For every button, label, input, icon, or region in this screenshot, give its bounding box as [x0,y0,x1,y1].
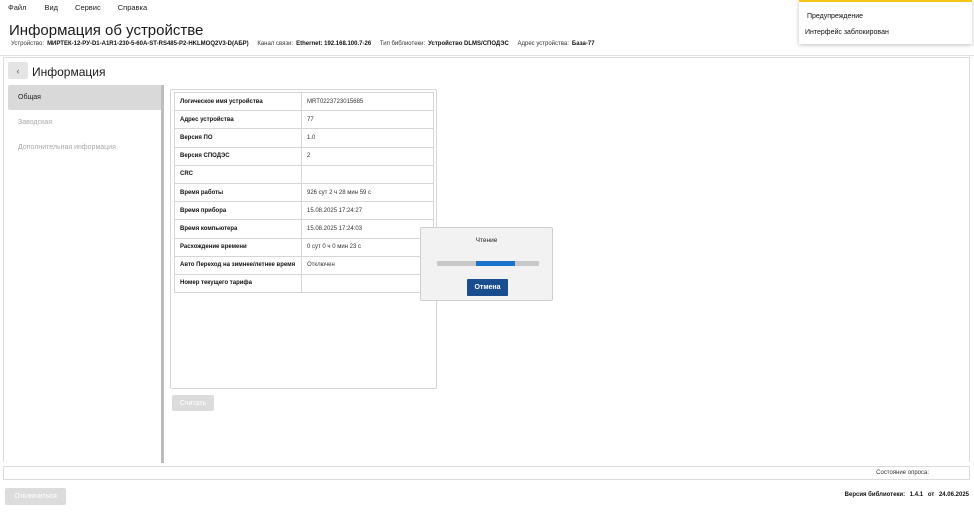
poll-status-label: Состояние опроса: [876,470,929,476]
sidebar-item-factory[interactable]: Заводская [8,110,162,135]
menu-service[interactable]: Сервис [75,3,101,12]
row-key: Время работы [174,182,302,203]
sidebar-item-general[interactable]: Общая [8,85,162,110]
menu-file[interactable]: Файл [8,3,26,12]
row-key: Номер текущего тарифа [174,273,302,294]
row-value: MRT0223723015685 [301,91,434,112]
sidebar-item-additional[interactable]: Дополнительная информация [8,135,162,160]
table-row: Время компьютера 15.08.2025 17:24:03 [174,219,434,239]
row-key: Время прибора [174,201,302,221]
table-row: Логическое имя устройства MRT022372301568… [174,91,434,112]
row-value: 77 [301,110,434,130]
version-from-label: от [927,492,935,498]
menu-view[interactable]: Вид [44,3,58,12]
row-key: Версия ПО [174,128,302,148]
row-key: Время компьютера [174,219,302,239]
notification-text: Интерфейс заблокирован [805,29,889,36]
version-value: 1.4.1 [909,492,924,498]
cancel-button[interactable]: Отмена [467,279,508,296]
disconnect-button[interactable]: Отключиться [5,488,66,505]
content-area: Логическое имя устройства MRT022372301568… [166,85,971,463]
row-value: 15.08.2025 17:24:03 [301,219,434,239]
device-address-value: База-77 [571,41,595,47]
row-value: 2 [301,146,434,166]
table-row: Адрес устройства 77 [174,110,434,130]
row-key: Авто Переход на зимнее/летнее время [174,255,302,275]
info-table: Логическое имя устройства MRT022372301568… [174,91,434,294]
table-row: Версия СПОДЭС 2 [174,146,434,166]
page-title: Информация об устройстве [9,22,204,39]
row-value: 926 сут 2 ч 28 мин 59 с [301,182,434,203]
row-value [301,273,434,294]
library-type-label: Тип библиотеки: [379,41,426,47]
library-version: Версия библиотеки: 1.4.1 от 24.06.2025 [842,492,969,498]
chevron-left-icon: ‹ [16,65,20,76]
device-label: Устройство: [11,41,45,47]
menu-help[interactable]: Справка [118,3,147,12]
row-value: 1.0 [301,128,434,148]
row-value: 15.08.2025 17:24:27 [301,201,434,221]
progress-fill [475,261,515,266]
table-row: CRC [174,164,434,184]
row-key: CRC [174,164,302,184]
notification-title: Предупреждение [807,13,864,20]
library-type-value: Устройство DLMS/СПОДЭС [428,41,509,47]
row-key: Расхождение времени [174,237,302,257]
channel-label: Канал связи: [257,41,294,47]
version-label: Версия библиотеки: [844,492,906,498]
read-button[interactable]: Считать [172,395,214,411]
table-row: Расхождение времени 0 сут 0 ч 0 мин 23 с [174,237,434,257]
warning-notification[interactable]: Предупреждение Интерфейс заблокирован [799,0,972,44]
row-value: 0 сут 0 ч 0 мин 23 с [301,237,434,257]
table-row: Авто Переход на зимнее/летнее время Отклю… [174,255,434,275]
info-table-container: Логическое имя устройства MRT022372301568… [170,89,437,389]
back-button[interactable]: ‹ [8,62,28,79]
row-key: Адрес устройства [174,110,302,130]
sidebar-divider[interactable] [161,85,164,463]
device-value: МИРТЕК-12-РУ-D1-A1R1-230-5-60А-ST-RS485-… [47,41,249,47]
device-address-label: Адрес устройства: [517,41,569,47]
device-info-line: Устройство: МИРТЕК-12-РУ-D1-A1R1-230-5-60… [11,41,602,47]
table-row: Время прибора 15.08.2025 17:24:27 [174,201,434,221]
row-value: Отключен [301,255,434,275]
sidebar: Общая Заводская Дополнительная информаци… [8,85,162,463]
status-bar: Состояние опроса: [3,466,970,480]
table-row: Номер текущего тарифа [174,273,434,294]
row-key: Версия СПОДЭС [174,146,302,166]
row-value [301,164,434,184]
channel-value: Ethernet: 192.168.100.7-26 [296,41,372,47]
version-date: 24.06.2025 [938,492,969,498]
table-row: Время работы 926 сут 2 ч 28 мин 59 с [174,182,434,203]
reading-dialog: Чтение Отмена [420,227,553,301]
dialog-title: Чтение [475,237,498,244]
section-title: Информация [32,65,106,79]
progress-bar [437,261,539,266]
table-row: Версия ПО 1.0 [174,128,434,148]
row-key: Логическое имя устройства [174,91,302,112]
